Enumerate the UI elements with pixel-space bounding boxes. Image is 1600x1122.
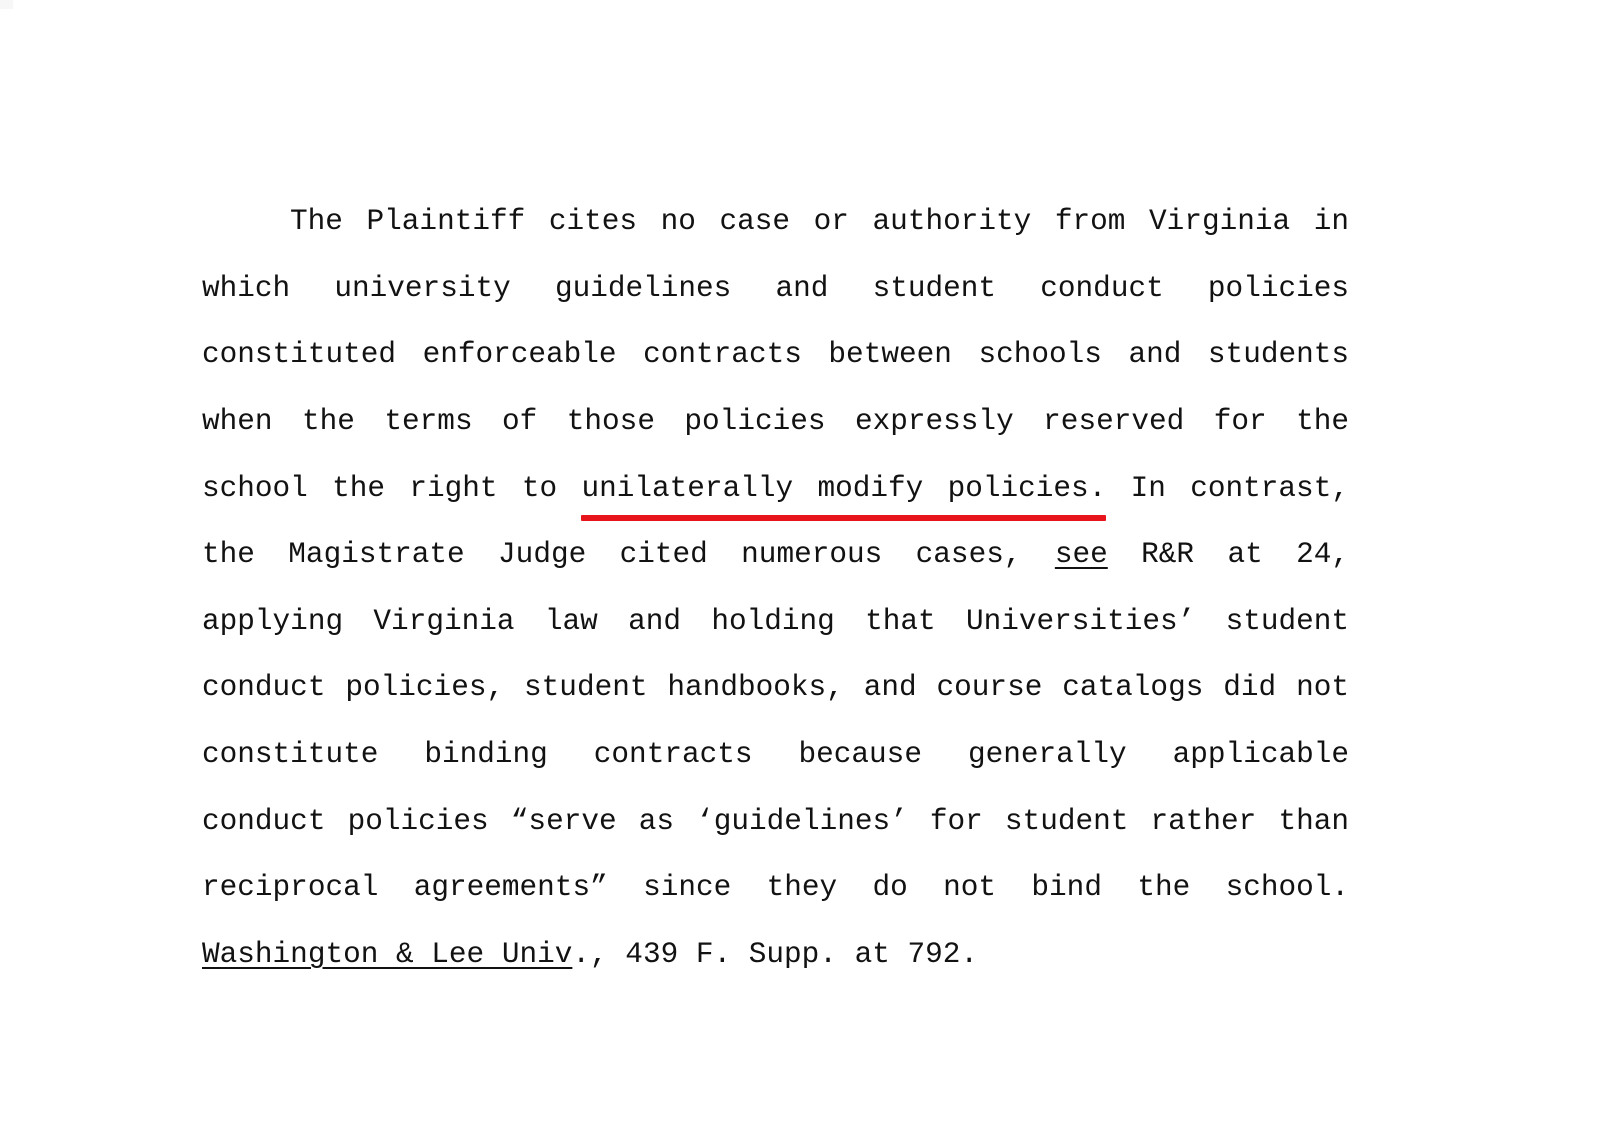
line-content: Washington & Lee Univ., 439 F. Supp. at … xyxy=(202,922,1349,989)
document-line: which university guidelines and student … xyxy=(202,123,1349,305)
document-line: conduct policies “serve as ‘guidelines’ … xyxy=(202,655,1349,838)
document-line: constituted enforceable contracts betwee… xyxy=(202,189,1349,371)
scan-corner-artifact xyxy=(0,0,13,9)
document-paragraph: The Plaintiff cites no case or authority… xyxy=(202,56,1349,971)
red-highlight-underline xyxy=(581,515,1107,522)
citation-tail: ., 439 F. Supp. at 792. xyxy=(572,937,979,971)
document-line: conduct policies, student handbooks, and… xyxy=(202,522,1349,704)
document-page: The Plaintiff cites no case or authority… xyxy=(0,0,1600,971)
document-line: The Plaintiff cites no case or authority… xyxy=(202,56,1349,238)
document-line: Washington & Lee Univ., 439 F. Supp. at … xyxy=(202,789,1349,971)
case-name-underlined: Washington & Lee Univ xyxy=(202,937,573,971)
document-line: school the right to unilaterally modify … xyxy=(202,322,1349,505)
document-line: applying Virginia law and holding that U… xyxy=(202,456,1349,638)
document-line: reciprocal agreements” since they do not… xyxy=(202,722,1349,904)
document-line: constitute binding contracts because gen… xyxy=(202,589,1349,771)
document-line: the Magistrate Judge cited numerous case… xyxy=(202,389,1349,571)
document-line: when the terms of those policies express… xyxy=(202,256,1349,438)
